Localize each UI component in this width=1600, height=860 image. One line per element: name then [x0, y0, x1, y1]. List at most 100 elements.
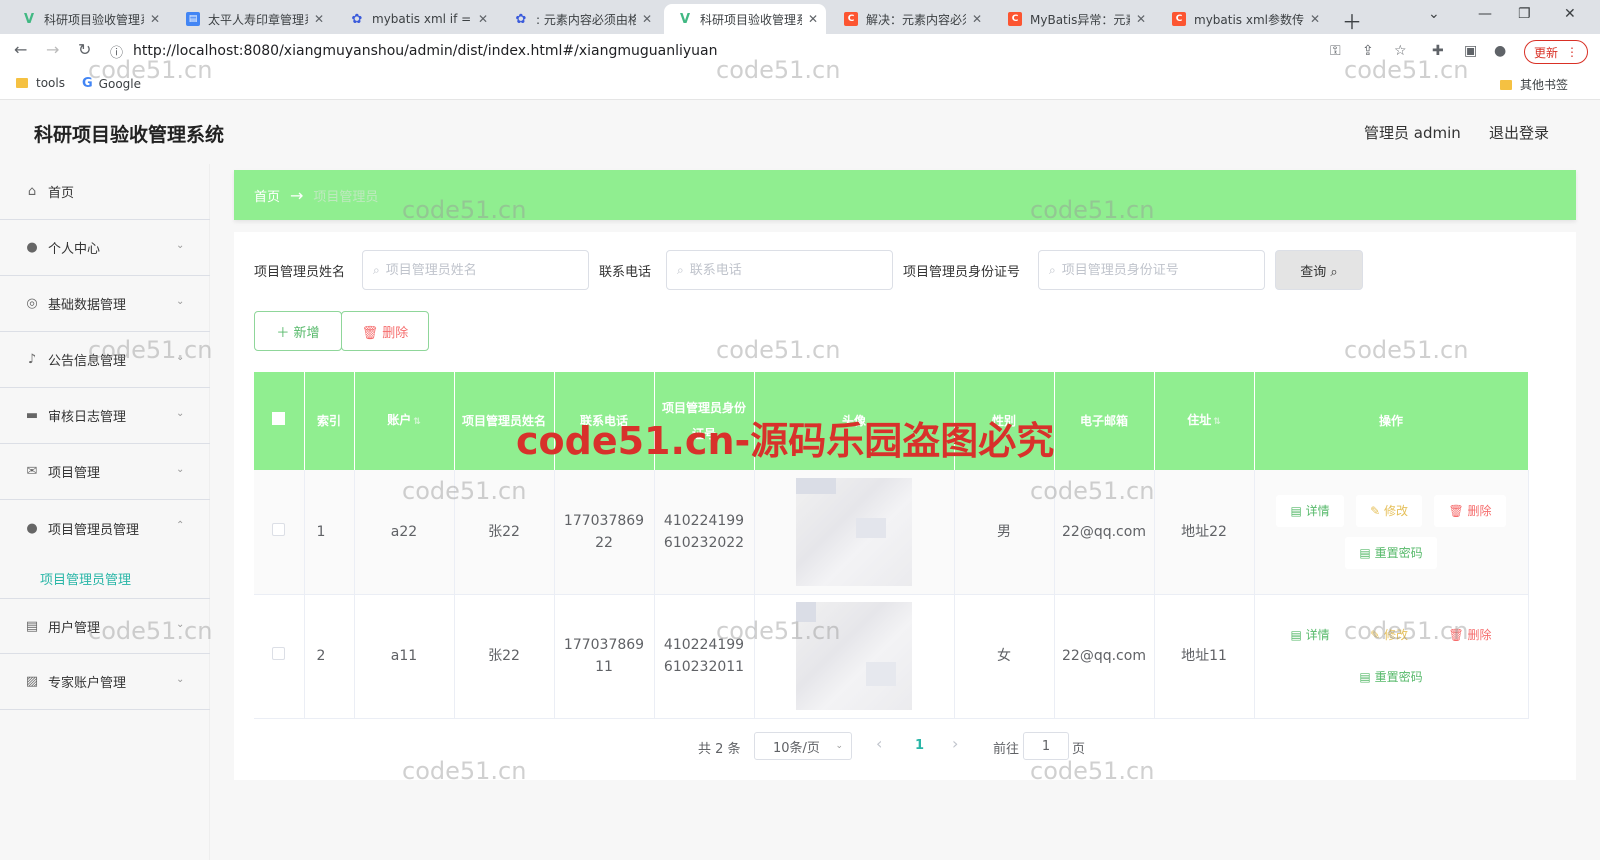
avatar[interactable] [796, 602, 912, 710]
share-icon[interactable]: ⇪ [1362, 43, 1374, 59]
sort-icon[interactable]: ⇅ [413, 417, 421, 427]
breadcrumb-home[interactable]: 首页 [254, 186, 280, 205]
page-size-select[interactable]: 10条/页 ⌄ [754, 732, 852, 760]
goto-page-input[interactable]: 1 [1023, 732, 1069, 760]
side-panel-icon[interactable]: ▣ [1464, 43, 1477, 59]
browser-tab[interactable]: ✿ : 元素内容必须由格 ✕ [500, 4, 660, 34]
content-panel: 项目管理员姓名 ⌕ 联系电话 ⌕ 项目管理员身份证号 ⌕ 查询 ⌕ ＋ 新增 🗑… [234, 232, 1576, 780]
next-page-button[interactable]: › [952, 734, 958, 753]
name-search-input[interactable]: ⌕ [362, 250, 589, 290]
edit-button[interactable]: ✎ 修改 [1356, 494, 1422, 527]
url-text[interactable]: http://localhost:8080/xiangmuyanshou/adm… [133, 43, 717, 59]
cell-phone: 17703786922 [554, 470, 655, 595]
sidebar-item-audit-log[interactable]: ▬ 审核日志管理 ⌄ [0, 388, 210, 444]
close-tab-icon[interactable]: ✕ [150, 12, 160, 26]
sidebar-item-projects[interactable]: ✉ 项目管理 ⌄ [0, 444, 210, 500]
edit-button[interactable]: ✎ 修改 [1356, 619, 1422, 651]
sidebar-item-experts[interactable]: ▨ 专家账户管理 ⌄ [0, 654, 210, 710]
profile-avatar-icon[interactable]: ● [1494, 43, 1506, 59]
other-bookmarks[interactable]: 其他书签 [1500, 76, 1568, 93]
browser-tab[interactable]: C 解决：元素内容必须 ✕ [830, 4, 990, 34]
row-checkbox[interactable] [272, 647, 286, 660]
prev-page-button[interactable]: ‹ [876, 734, 882, 753]
sidebar-item-home[interactable]: ⌂ 首页 [0, 164, 210, 220]
submenu-item-project-admins[interactable]: 项目管理员管理 [40, 569, 131, 588]
sort-icon[interactable]: ⇅ [1213, 417, 1221, 427]
detail-label: 详情 [1305, 503, 1330, 518]
avatar[interactable] [796, 477, 912, 586]
docs-favicon-icon: ▤ [186, 12, 200, 26]
row-checkbox[interactable] [272, 522, 286, 536]
query-button[interactable]: 查询 ⌕ [1275, 250, 1363, 290]
browser-tab-active[interactable]: V 科研项目验收管理系 ✕ [664, 4, 826, 34]
browser-tab[interactable]: ✿ mybatis xml if == ✕ [336, 4, 496, 34]
bookmark-tools[interactable]: tools [16, 76, 65, 90]
extensions-icon[interactable]: ✚ [1432, 43, 1444, 59]
name-search-field[interactable] [385, 262, 566, 278]
edit-icon: ✎ [1370, 503, 1384, 518]
close-tab-icon[interactable]: ✕ [972, 12, 982, 26]
bookmark-google[interactable]: G Google [82, 76, 141, 91]
browser-tab[interactable]: C MyBatis异常：元素 ✕ [994, 4, 1154, 34]
detail-button[interactable]: ▤ 详情 [1276, 494, 1344, 527]
bookmark-star-icon[interactable]: ☆ [1394, 43, 1407, 59]
phone-search-input[interactable]: ⌕ [666, 250, 893, 290]
close-tab-icon[interactable]: ✕ [642, 12, 652, 26]
column-header-ops: 操作 [1254, 372, 1529, 470]
logout-link[interactable]: 退出登录 [1489, 122, 1549, 143]
delete-button[interactable]: 🗑 删除 [1434, 619, 1506, 651]
google-icon: G [82, 76, 93, 91]
idcard-search-input[interactable]: ⌕ [1038, 250, 1265, 290]
detail-button[interactable]: ▤ 详情 [1276, 619, 1344, 651]
restore-icon[interactable]: ❐ [1518, 6, 1531, 22]
sidebar-item-users[interactable]: ▤ 用户管理 ⌄ [0, 598, 210, 654]
sidebar-item-basic-data[interactable]: ◎ 基础数据管理 ⌄ [0, 276, 210, 332]
document-icon: ▤ [1359, 670, 1375, 684]
home-icon: ⌂ [27, 184, 37, 199]
close-tab-icon[interactable]: ✕ [478, 12, 488, 26]
browser-tab[interactable]: C mybatis xml参数传 ✕ [1158, 4, 1328, 34]
tab-search-chevron-icon[interactable]: ⌄ [1428, 6, 1440, 22]
reset-password-button[interactable]: ▤ 重置密码 [1345, 661, 1437, 693]
sidebar-item-personal-center[interactable]: ● 个人中心 ⌄ [0, 220, 210, 276]
batch-delete-button[interactable]: 🗑 删除 [341, 311, 429, 351]
phone-search-field[interactable] [689, 262, 870, 278]
close-window-icon[interactable]: ✕ [1564, 6, 1576, 22]
close-tab-icon[interactable]: ✕ [314, 12, 324, 26]
back-icon[interactable]: ← [14, 40, 27, 59]
forward-icon[interactable]: → [46, 40, 59, 59]
minimize-icon[interactable]: — [1478, 6, 1492, 22]
reset-password-button[interactable]: ▤ 重置密码 [1345, 536, 1437, 569]
address-bar[interactable]: ⓘ http://localhost:8080/xiangmuyanshou/a… [110, 38, 1320, 64]
column-header-account[interactable]: 账户 ⇅ [354, 372, 455, 470]
reload-icon[interactable]: ↻ [78, 40, 91, 59]
column-header-name: 项目管理员姓名 [454, 372, 555, 470]
idcard-search-field[interactable] [1061, 262, 1242, 278]
add-button[interactable]: ＋ 新增 [254, 311, 342, 351]
close-tab-icon[interactable]: ✕ [808, 12, 818, 26]
select-all-checkbox[interactable] [272, 412, 286, 425]
update-label: 更新 [1533, 45, 1558, 60]
page-number-current[interactable]: 1 [915, 738, 924, 753]
tab-title: 太平人寿印章管理系 [208, 12, 308, 27]
key-icon[interactable]: ⚿ [1330, 43, 1341, 59]
sidebar-item-project-admins[interactable]: ● 项目管理员管理 ⌃ [0, 500, 210, 556]
sidebar-item-label: 审核日志管理 [48, 410, 127, 425]
sidebar-item-announcements[interactable]: ♪ 公告信息管理 ⌄ [0, 332, 210, 388]
edit-label: 修改 [1383, 628, 1408, 642]
new-tab-icon[interactable]: ＋ [1342, 6, 1362, 35]
close-tab-icon[interactable]: ✕ [1310, 12, 1320, 26]
column-header-address[interactable]: 住址 ⇅ [1154, 372, 1255, 470]
update-button[interactable]: 更新 ⋮ [1524, 40, 1588, 64]
sidebar-item-label: 用户管理 [48, 620, 101, 636]
avatar-pixel [856, 517, 886, 538]
info-icon[interactable]: ⓘ [110, 42, 123, 61]
browser-tab[interactable]: ▤ 太平人寿印章管理系 ✕ [172, 4, 332, 34]
cell-account: a22 [354, 470, 455, 595]
chevron-down-icon: ⌄ [835, 741, 843, 751]
delete-button[interactable]: 🗑 删除 [1434, 494, 1506, 527]
breadcrumb-current: 项目管理员 [313, 189, 379, 205]
browser-tab[interactable]: V 科研项目验收管理系 ✕ [8, 4, 168, 34]
user-solid-icon: ● [26, 520, 38, 536]
close-tab-icon[interactable]: ✕ [1136, 12, 1146, 26]
